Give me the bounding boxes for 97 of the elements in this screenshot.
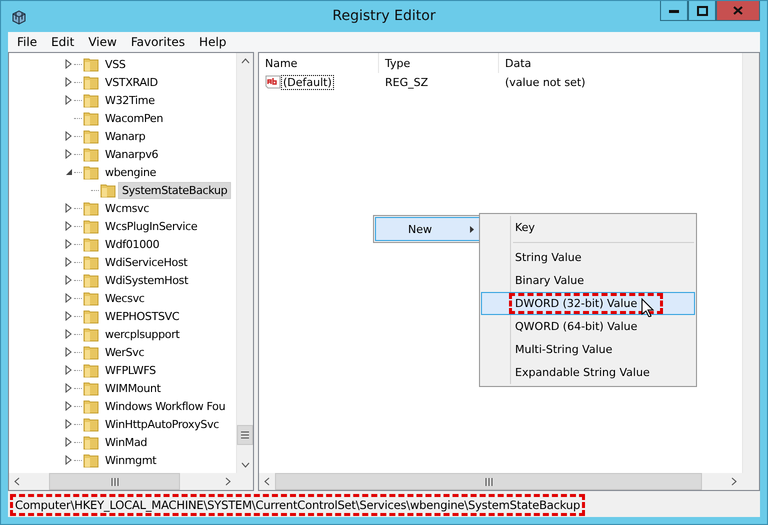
submenu-item[interactable]: QWORD (64-bit) Value [481, 315, 695, 338]
tree-item[interactable]: VSS [101, 56, 130, 72]
menu-label: QWORD (64-bit) Value [514, 319, 638, 335]
menu-item[interactable]: Help [192, 35, 234, 49]
folder-icon [83, 308, 99, 324]
scroll-down-icon[interactable] [240, 462, 250, 468]
folder-icon [83, 74, 99, 90]
tree-item[interactable]: VSTXRAID [101, 74, 162, 90]
tree-item[interactable]: WEPHOSTSVC [101, 308, 184, 324]
scroll-left-icon[interactable] [14, 477, 20, 486]
submenu-arrow-icon [470, 226, 474, 232]
tree-item[interactable]: Winmgmt [101, 452, 160, 468]
scroll-up-icon[interactable] [240, 58, 250, 64]
menu-label: DWORD (32-bit) Value [511, 295, 662, 312]
tree-item[interactable]: WcsPlugInService [101, 218, 202, 234]
submenu-item[interactable]: Expandable String Value [481, 361, 695, 384]
grip-icon [484, 478, 492, 486]
folder-icon [83, 416, 99, 432]
scroll-thumb[interactable] [49, 473, 180, 490]
column-header[interactable]: Type [379, 53, 499, 73]
folder-icon [83, 110, 99, 126]
context-menu-item[interactable]: New [375, 217, 481, 241]
tree-item[interactable]: WinMad [101, 434, 152, 450]
folder-icon [83, 56, 99, 72]
folder-icon [83, 290, 99, 306]
tree-item[interactable]: WacomPen [101, 110, 167, 126]
tree-item[interactable]: WFPLWFS [101, 362, 160, 378]
tree-item[interactable]: W32Time [101, 92, 159, 108]
table-cell-text: (value not set) [504, 76, 586, 88]
tree-item[interactable]: WinHttpAutoProxySvc [101, 416, 224, 432]
registry-app-icon [10, 8, 28, 26]
submenu-item[interactable]: Key [481, 216, 695, 239]
tree-item[interactable]: WerSvc [101, 344, 148, 360]
folder-icon [83, 236, 99, 252]
menu-item[interactable]: View [81, 35, 124, 49]
tree-item[interactable]: Wanarpv6 [101, 146, 162, 162]
folder-icon [83, 218, 99, 234]
folder-icon [83, 380, 99, 396]
folder-icon [83, 92, 99, 108]
scroll-left-icon[interactable] [264, 477, 270, 486]
tree-item[interactable]: Wdf01000 [101, 236, 164, 252]
column-header[interactable]: Name [259, 53, 379, 73]
maximize-icon [696, 6, 708, 16]
table-cell[interactable]: (Default) [281, 74, 334, 90]
menu-item[interactable]: File [10, 35, 44, 49]
vertical-scrollbar[interactable] [236, 53, 253, 473]
tree-item[interactable]: wercplsupport [101, 326, 184, 342]
folder-icon [83, 128, 99, 144]
table-cell-text: REG_SZ [384, 76, 430, 88]
vertical-scrollbar[interactable] [742, 53, 759, 473]
string-value-icon [265, 75, 281, 89]
tree-item[interactable]: Wcmsvc [101, 200, 154, 216]
collapse-arrow-icon[interactable] [65, 167, 74, 177]
tree-item[interactable]: SystemStateBackup [118, 182, 232, 198]
folder-icon [83, 344, 99, 360]
tree-item[interactable]: Wecsvc [101, 290, 149, 306]
folder-icon [83, 254, 99, 270]
submenu-item[interactable]: DWORD (32-bit) Value [481, 292, 695, 315]
folder-icon [83, 452, 99, 468]
grip-icon [110, 478, 118, 486]
menu-label: Key [514, 220, 536, 236]
menu-label: Binary Value [514, 273, 586, 289]
folder-icon [83, 200, 99, 216]
window-title: Registry Editor [331, 7, 437, 26]
mouse-pointer-icon [641, 298, 654, 317]
submenu-item[interactable]: Binary Value [481, 269, 695, 292]
menu-label: Expandable String Value [514, 365, 651, 381]
scroll-thumb[interactable] [237, 425, 253, 445]
minimize-button[interactable] [660, 1, 688, 21]
tree-item[interactable]: wbengine [101, 164, 160, 180]
submenu-item[interactable]: Multi-String Value [481, 338, 695, 361]
submenu-item[interactable]: String Value [481, 246, 695, 269]
status-path: Computer\HKEY_LOCAL_MACHINE\SYSTEM\CurrentControlSet\Services\wbengine\SystemStateBackup [11, 494, 584, 514]
folder-icon [100, 182, 116, 198]
tree-item[interactable]: Windows Workflow Fou [101, 398, 230, 414]
folder-icon [83, 164, 99, 180]
folder-icon [83, 398, 99, 414]
close-button[interactable] [716, 1, 760, 21]
folder-icon [83, 326, 99, 342]
menu-label: String Value [514, 250, 583, 266]
menu-item[interactable]: Favorites [124, 35, 192, 49]
tree-item[interactable]: Wanarp [101, 128, 150, 144]
minimize-icon [669, 8, 679, 12]
tree-item[interactable]: WIMMount [101, 380, 165, 396]
folder-icon [83, 434, 99, 450]
folder-icon [83, 362, 99, 378]
scroll-right-icon[interactable] [731, 477, 737, 486]
horizontal-scrollbar[interactable] [9, 473, 236, 490]
close-icon [733, 6, 743, 15]
tree-item[interactable]: WdiServiceHost [101, 254, 192, 270]
folder-icon [83, 146, 99, 162]
menu-item[interactable]: Edit [44, 35, 82, 49]
menu-label: Multi-String Value [514, 342, 614, 358]
scroll-right-icon[interactable] [225, 477, 231, 486]
folder-icon [83, 272, 99, 288]
tree-item[interactable]: WdiSystemHost [101, 272, 192, 288]
grip-icon [241, 431, 249, 439]
